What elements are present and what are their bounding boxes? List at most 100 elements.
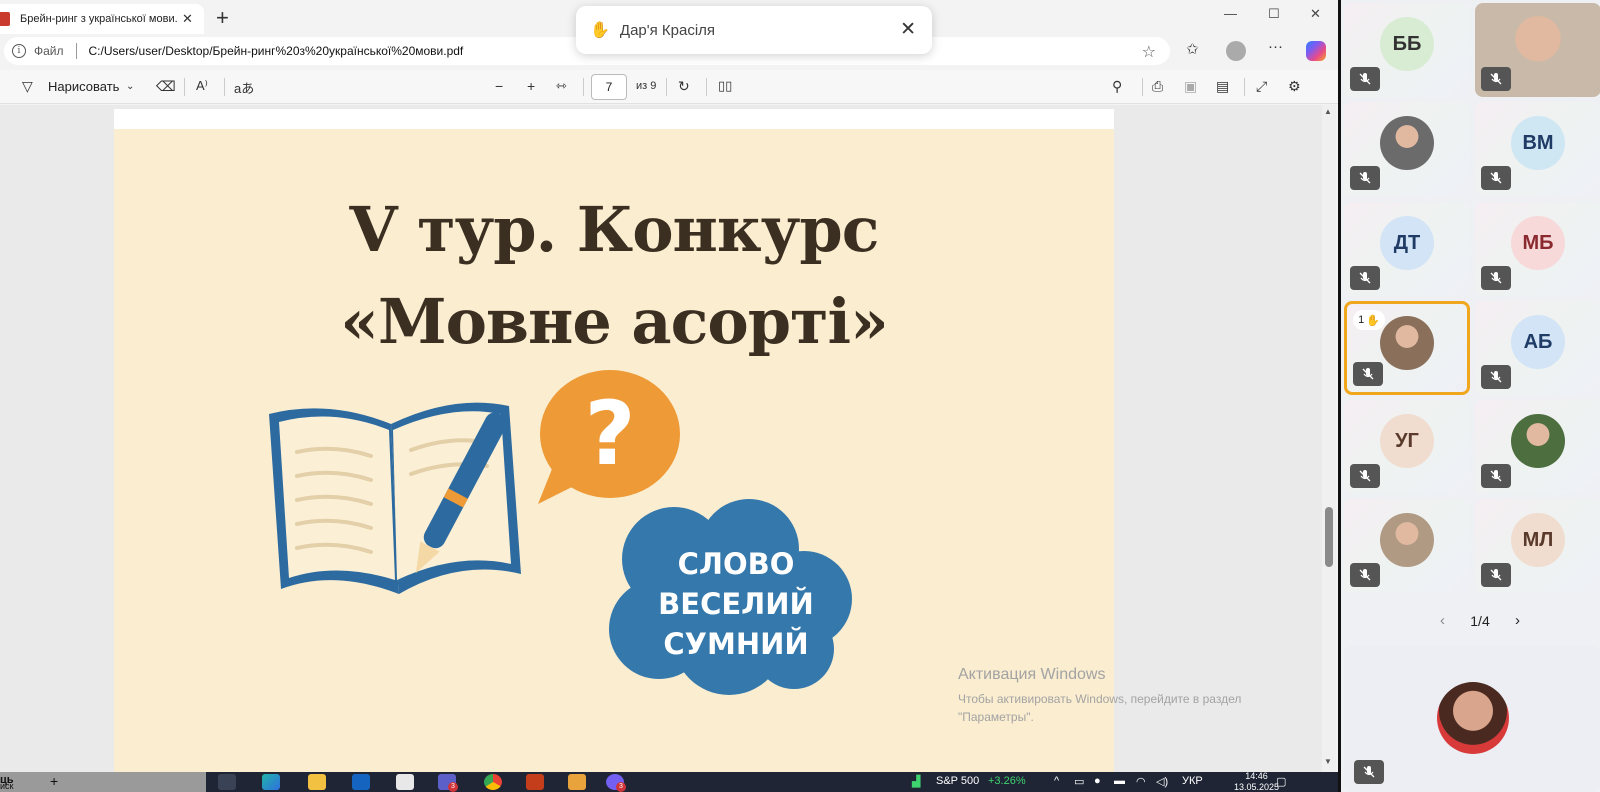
favorite-star-icon[interactable]: ☆ [1142, 42, 1156, 62]
activation-watermark-line2: "Параметры". [958, 710, 1034, 724]
slide-title: V тур. Конкурс «Мовне асорті» [114, 184, 1114, 368]
participant-tile[interactable]: АБ [1475, 301, 1600, 395]
store-icon[interactable] [396, 774, 414, 790]
tab-pdf[interactable]: Брейн-ринг з української мови.p ✕ [0, 4, 204, 34]
close-tab-icon[interactable]: ✕ [182, 11, 193, 27]
fullscreen-icon[interactable]: ⤢ [1256, 78, 1267, 95]
chevron-right-icon[interactable]: › [1515, 612, 1520, 629]
powerpoint-icon[interactable] [526, 774, 544, 790]
activation-watermark-text: Чтобы активировать Windows, перейдите в … [958, 690, 1318, 726]
page-number-input[interactable]: 7 [591, 74, 627, 100]
mic-muted-icon [1481, 67, 1511, 91]
scroll-thumb[interactable] [1325, 507, 1333, 567]
page-total: из 9 [636, 80, 657, 92]
participant-tile[interactable] [1475, 3, 1600, 97]
mic-muted-icon [1354, 760, 1384, 784]
participant-tile[interactable]: 1 ✋ [1344, 301, 1470, 395]
draw-button-label[interactable]: Нарисовать [48, 79, 119, 94]
translate-icon[interactable]: aあ [234, 78, 254, 97]
participant-tile[interactable]: ВМ [1475, 102, 1600, 196]
mic-muted-icon [1350, 464, 1380, 488]
copilot-icon[interactable] [1306, 41, 1326, 61]
battery-icon[interactable]: ▬ [1114, 775, 1125, 787]
address-separator [75, 43, 77, 59]
minimize-icon[interactable]: — [1224, 6, 1237, 21]
eraser-icon[interactable]: ⌫ [156, 78, 176, 95]
participant-tile[interactable]: МЛ [1475, 499, 1600, 593]
question-bubble-icon: ? [538, 370, 680, 504]
self-avatar [1437, 682, 1509, 754]
file-explorer-icon[interactable] [308, 774, 326, 790]
mic-muted-icon [1350, 166, 1380, 190]
cloud-line-1: СЛОВО [677, 547, 795, 581]
media-player-icon[interactable] [568, 774, 586, 790]
self-view-tile[interactable] [1344, 646, 1600, 792]
page-view-icon[interactable]: ▯▯ [718, 78, 732, 94]
previous-page-strip [114, 109, 1114, 129]
mic-muted-icon [1481, 365, 1511, 389]
edge-icon[interactable] [262, 774, 280, 790]
slide-title-line1: V тур. Конкурс [349, 193, 879, 266]
vertical-scrollbar[interactable]: ▲ ▼ [1322, 105, 1336, 772]
clock-time: 14:46 [1245, 771, 1268, 781]
read-aloud-icon[interactable]: A⁾ [196, 78, 208, 94]
mic-muted-icon [1481, 166, 1511, 190]
zoom-out-icon[interactable]: − [495, 78, 503, 94]
notifications-icon[interactable]: ▢ [1276, 775, 1286, 788]
svg-text:?: ? [584, 382, 635, 485]
raised-hand-badge: 1 ✋ [1353, 310, 1385, 330]
chevron-left-icon[interactable]: ‹ [1440, 612, 1445, 629]
language-indicator[interactable]: УКР [1182, 775, 1203, 787]
participant-tile[interactable] [1344, 499, 1470, 593]
close-notification-icon[interactable]: ✕ [900, 18, 916, 41]
participant-tile[interactable] [1344, 102, 1470, 196]
mic-muted-icon [1350, 563, 1380, 587]
toolbar-separator [1244, 78, 1245, 96]
tray-chevron-icon[interactable]: ^ [1054, 775, 1059, 787]
wifi-icon[interactable]: ◠ [1136, 775, 1146, 788]
clock-date: 13.05.2025 [1234, 782, 1280, 792]
search-icon[interactable]: ⚲ [1112, 78, 1122, 95]
participant-tile[interactable]: УГ [1344, 400, 1470, 494]
outlook-icon[interactable] [352, 774, 370, 790]
microphone-icon[interactable]: ● [1094, 775, 1101, 787]
scroll-up-icon[interactable]: ▲ [1324, 107, 1332, 116]
participant-initials: ВМ [1511, 116, 1565, 171]
scroll-down-icon[interactable]: ▼ [1324, 757, 1332, 766]
settings-gear-icon[interactable]: ⚙ [1288, 78, 1301, 95]
participant-tile[interactable]: ДТ [1344, 202, 1470, 296]
fit-width-icon[interactable]: ⇿ [556, 78, 567, 94]
info-icon[interactable]: i [12, 44, 26, 58]
raised-hand-icon: ✋ [1366, 314, 1380, 327]
volume-icon[interactable]: ◁) [1156, 775, 1168, 788]
rotate-icon[interactable]: ↻ [678, 78, 690, 95]
print-icon[interactable]: ⎙ [1152, 78, 1163, 95]
teams-badge: 3 [448, 782, 458, 792]
profile-avatar[interactable] [1226, 41, 1246, 61]
zoom-in-icon[interactable]: + [527, 78, 535, 94]
search-box[interactable]: ць иск + [0, 772, 206, 792]
close-window-icon[interactable]: ✕ [1310, 6, 1321, 22]
clock[interactable]: 14:46 13.05.2025 [1234, 771, 1279, 792]
browser-window: Брейн-ринг з української мови.p ✕ + — ☐ … [0, 0, 1338, 772]
draw-pen-icon[interactable]: ▽ [22, 78, 33, 95]
more-options-icon[interactable]: ··· [1268, 38, 1283, 55]
favorites-icon[interactable]: ✩ [1186, 40, 1199, 58]
task-view-icon[interactable] [218, 774, 236, 790]
tab-title: Брейн-ринг з української мови.p [20, 13, 178, 25]
participant-tile[interactable]: МБ [1475, 202, 1600, 296]
new-tab-icon[interactable]: + [216, 5, 229, 31]
maximize-icon[interactable]: ☐ [1268, 6, 1280, 22]
stock-label[interactable]: S&P 500 [936, 775, 979, 787]
camera-icon[interactable]: ▭ [1074, 775, 1084, 788]
add-icon[interactable]: + [50, 773, 58, 789]
mic-muted-icon [1481, 464, 1511, 488]
participant-tile[interactable]: ББ [1344, 3, 1470, 97]
chrome-icon[interactable] [484, 774, 502, 790]
save-icon[interactable]: ▣ [1184, 78, 1197, 95]
url-text[interactable]: C:/Users/user/Desktop/Брейн-ринг%20з%20у… [89, 44, 464, 58]
participant-tile[interactable] [1475, 400, 1600, 494]
save-as-icon[interactable]: ▤ [1216, 78, 1229, 95]
chevron-down-icon[interactable]: ⌄ [126, 81, 134, 92]
toolbar-separator [583, 78, 584, 96]
